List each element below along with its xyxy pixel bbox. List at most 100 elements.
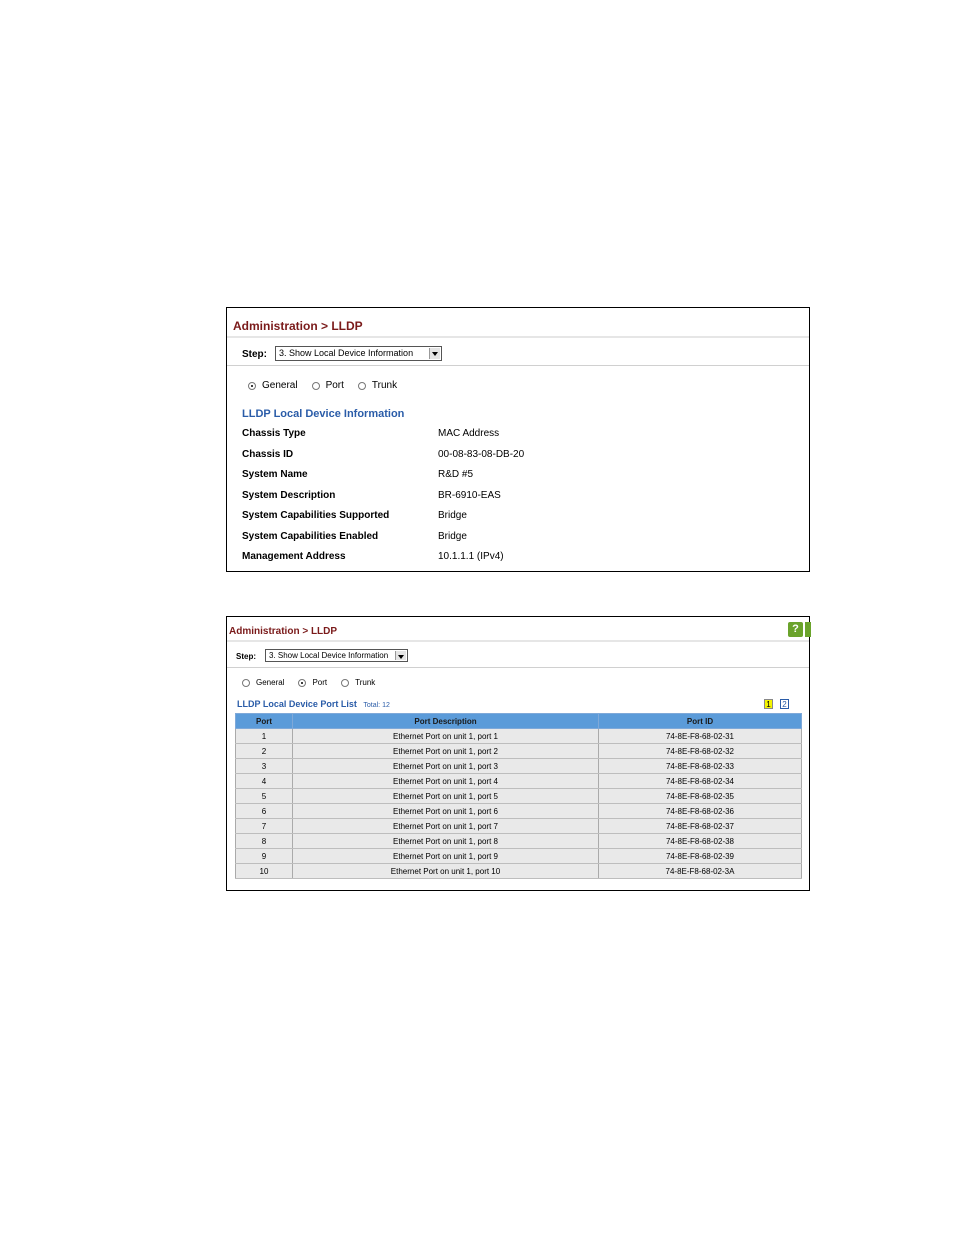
radio-port[interactable]: Port — [311, 380, 344, 391]
info-key: System Name — [242, 469, 308, 480]
table-row: 3 Ethernet Port on unit 1, port 3 74-8E-F8… — [235, 758, 802, 774]
radio-port-label: Port — [325, 380, 344, 391]
info-value: 00-08-83-08-DB-20 — [438, 449, 525, 460]
chevron-down-icon[interactable] — [429, 348, 440, 359]
step-select[interactable]: 3. Show Local Device Information — [275, 346, 442, 361]
info-key: Chassis Type — [242, 428, 306, 439]
port-id-cell: 74-8E-F8-68-02-37 — [598, 818, 802, 834]
table-header-row: Port Port Description Port ID — [235, 713, 802, 729]
lldp-port-list-panel: Administration > LLDP ? Step: 3. Show Lo… — [226, 616, 811, 891]
info-value: MAC Address — [438, 428, 500, 439]
section-title: LLDP Local Device Information — [242, 408, 405, 420]
port-description-cell: Ethernet Port on unit 1, port 8 — [292, 833, 599, 849]
port-cell: 3 — [235, 758, 293, 774]
port-list-title-text: LLDP Local Device Port List — [237, 699, 357, 709]
info-row-management-address: Management Address 10.1.1.1 (IPv4) — [242, 551, 802, 565]
step-divider — [227, 365, 809, 366]
info-key: System Capabilities Enabled — [242, 531, 379, 542]
radio-general-button[interactable] — [248, 381, 256, 390]
port-id-cell: 74-8E-F8-68-02-31 — [598, 728, 802, 744]
info-row-system-name: System Name R&D #5 — [242, 469, 802, 483]
step-divider — [227, 667, 809, 668]
info-row-chassis-id: Chassis ID 00-08-83-08-DB-20 — [242, 449, 802, 463]
port-cell: 6 — [235, 803, 293, 819]
port-id-cell: 74-8E-F8-68-02-33 — [598, 758, 802, 774]
chevron-down-icon[interactable] — [395, 651, 406, 660]
column-header-port-id[interactable]: Port ID — [598, 713, 802, 729]
page-title: Administration > LLDP — [233, 319, 363, 333]
port-description-cell: Ethernet Port on unit 1, port 7 — [292, 818, 599, 834]
column-header-port-description[interactable]: Port Description — [292, 713, 599, 729]
port-cell: 1 — [235, 728, 293, 744]
port-id-cell: 74-8E-F8-68-02-34 — [598, 773, 802, 789]
radio-trunk-label: Trunk — [355, 678, 376, 687]
port-description-cell: Ethernet Port on unit 1, port 10 — [292, 863, 599, 879]
port-cell: 9 — [235, 848, 293, 864]
info-row-capabilities-supported: System Capabilities Supported Bridge — [242, 510, 802, 524]
page-title: Administration > LLDP — [229, 626, 338, 637]
table-row: 2 Ethernet Port on unit 1, port 2 74-8E-F8… — [235, 743, 802, 759]
info-value: 10.1.1.1 (IPv4) — [438, 551, 504, 562]
radio-general-label: General — [262, 380, 298, 391]
info-value: BR-6910-EAS — [438, 490, 501, 501]
port-description-cell: Ethernet Port on unit 1, port 6 — [292, 803, 599, 819]
extra-icon[interactable] — [805, 622, 811, 637]
info-row-system-description: System Description BR-6910-EAS — [242, 490, 802, 504]
radio-port[interactable]: Port — [298, 678, 327, 687]
port-id-cell: 74-8E-F8-68-02-36 — [598, 803, 802, 819]
port-id-cell: 74-8E-F8-68-02-35 — [598, 788, 802, 804]
port-cell: 10 — [235, 863, 293, 879]
info-value: Bridge — [438, 531, 467, 542]
step-label: Step: — [236, 652, 256, 661]
table-row: 7 Ethernet Port on unit 1, port 7 74-8E-F8… — [235, 818, 802, 834]
info-row-capabilities-enabled: System Capabilities Enabled Bridge — [242, 531, 802, 545]
radio-trunk-button[interactable] — [341, 678, 350, 687]
table-row: 5 Ethernet Port on unit 1, port 5 74-8E-F8… — [235, 788, 802, 804]
radio-port-button[interactable] — [298, 678, 307, 687]
port-id-cell: 74-8E-F8-68-02-39 — [598, 848, 802, 864]
column-header-port[interactable]: Port — [235, 713, 293, 729]
port-cell: 2 — [235, 743, 293, 759]
table-row: 8 Ethernet Port on unit 1, port 8 74-8E-F8… — [235, 833, 802, 849]
port-id-cell: 74-8E-F8-68-02-38 — [598, 833, 802, 849]
view-radio-group: General Port Trunk — [242, 678, 389, 687]
page-1-button[interactable]: 1 — [764, 699, 773, 709]
radio-trunk-button[interactable] — [357, 381, 366, 390]
info-value: R&D #5 — [438, 469, 474, 480]
info-key: Chassis ID — [242, 449, 294, 460]
radio-general-button[interactable] — [242, 678, 250, 687]
title-divider — [227, 336, 809, 338]
port-table: Port Port Description Port ID 1 Ethernet … — [235, 713, 802, 879]
table-row: 9 Ethernet Port on unit 1, port 9 74-8E-F8… — [235, 848, 802, 864]
info-key: System Description — [242, 490, 336, 501]
step-select[interactable]: 3. Show Local Device Information — [265, 649, 408, 662]
view-radio-group: General Port Trunk — [248, 380, 411, 391]
port-id-cell: 74-8E-F8-68-02-32 — [598, 743, 802, 759]
title-divider — [227, 640, 809, 642]
radio-general[interactable]: General — [248, 380, 298, 391]
radio-port-button[interactable] — [311, 381, 320, 390]
table-row: 4 Ethernet Port on unit 1, port 4 74-8E-F8… — [235, 773, 802, 789]
question-icon[interactable]: ? — [788, 622, 803, 637]
step-label: Step: — [242, 349, 267, 360]
radio-trunk[interactable]: Trunk — [357, 380, 398, 391]
table-row: 10 Ethernet Port on unit 1, port 10 74-8E-… — [235, 863, 802, 879]
port-description-cell: Ethernet Port on unit 1, port 4 — [292, 773, 599, 789]
port-id-cell: 74-8E-F8-68-02-3A — [598, 863, 802, 879]
radio-trunk[interactable]: Trunk — [341, 678, 375, 687]
port-description-cell: Ethernet Port on unit 1, port 3 — [292, 758, 599, 774]
radio-general-label: General — [256, 678, 285, 687]
radio-trunk-label: Trunk — [371, 380, 398, 391]
step-select-value: 3. Show Local Device Information — [269, 651, 389, 660]
radio-port-label: Port — [312, 678, 328, 687]
port-list-total: Total: 12 — [363, 702, 390, 709]
port-description-cell: Ethernet Port on unit 1, port 5 — [292, 788, 599, 804]
table-row: 1 Ethernet Port on unit 1, port 1 74-8E-F8… — [235, 728, 802, 744]
info-value: Bridge — [438, 510, 467, 521]
page-2-button[interactable]: 2 — [780, 699, 789, 709]
lldp-device-info-panel: Administration > LLDP Step: 3. Show Loca… — [226, 307, 810, 572]
radio-general[interactable]: General — [242, 678, 284, 687]
info-key: Management Address — [242, 551, 346, 562]
port-description-cell: Ethernet Port on unit 1, port 1 — [292, 728, 599, 744]
port-list-title: LLDP Local Device Port List Total: 12 — [237, 699, 390, 709]
